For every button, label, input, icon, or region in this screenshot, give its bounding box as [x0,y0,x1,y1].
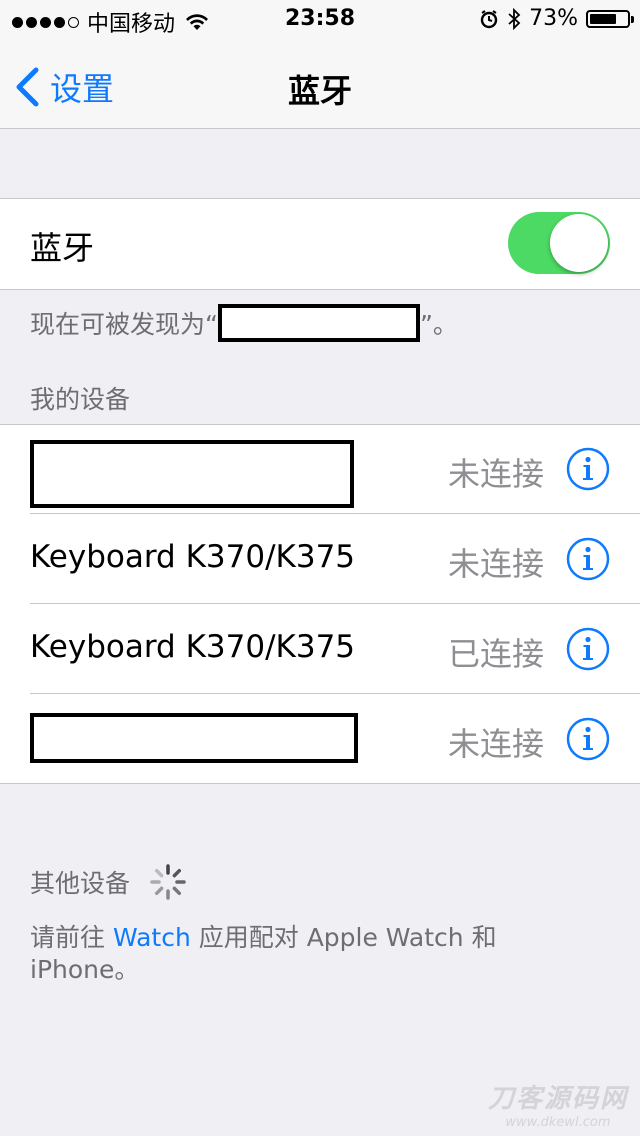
battery-fill [590,13,617,24]
info-icon[interactable] [566,537,610,581]
info-icon[interactable] [566,717,610,761]
discoverable-note: 现在可被发现为“ ”。 [30,304,458,342]
device-row[interactable]: 未连接 [0,425,640,514]
other-devices-label: 其他设备 [30,869,131,898]
device-row[interactable]: 未连接 [0,695,640,784]
bluetooth-toggle-label: 蓝牙 [30,229,95,267]
device-name: Keyboard K370/K375 [30,629,356,665]
row-separator [30,513,640,514]
bluetooth-toggle-row: 蓝牙 [0,198,640,290]
device-status: 未连接 [447,725,544,763]
device-row[interactable]: Keyboard K370/K375 未连接 [0,515,640,604]
watermark-url: www.dkewl.com [505,1115,611,1130]
watch-app-link[interactable]: Watch [113,923,191,952]
device-status: 已连接 [447,635,544,673]
page-title: 蓝牙 [287,72,352,110]
battery-percent: 73% [529,6,578,31]
redacted-device-name [30,440,354,508]
other-devices-header: 其他设备 [30,862,188,902]
row-separator [30,693,640,694]
device-row[interactable]: Keyboard K370/K375 已连接 [0,605,640,694]
pair-note-prefix: 请前往 [30,923,113,952]
switch-knob [550,214,608,272]
discoverable-prefix: 现在可被发现为“ [30,310,218,339]
my-devices-header: 我的设备 [30,385,131,414]
discoverable-suffix: ”。 [419,310,458,339]
redacted-device-name [30,713,358,763]
status-right: 73% [479,6,634,31]
battery-icon [586,9,634,28]
info-icon[interactable] [566,447,610,491]
loading-spinner-icon [150,864,186,900]
info-icon[interactable] [566,627,610,671]
status-bar: 中国移动 23:58 73% [0,0,640,40]
device-status: 未连接 [447,545,544,583]
apple-watch-pairing-note: 请前往 Watch 应用配对 Apple Watch 和 iPhone。 [30,922,550,986]
navigation-bar: 设置 蓝牙 [0,40,640,129]
watermark-title: 刀客源码网 [487,1084,628,1114]
watermark: 刀客源码网 www.dkewl.com [488,1078,628,1130]
device-name: Keyboard K370/K375 [30,539,356,575]
row-separator [30,603,640,604]
my-devices-list: 未连接 Keyboard K370/K375 未连接 Keyboard K370… [0,424,640,784]
alarm-icon [480,9,498,28]
bluetooth-switch[interactable] [508,212,610,274]
bluetooth-icon [508,7,521,30]
redacted-device-name [217,304,420,342]
device-status: 未连接 [447,455,544,493]
